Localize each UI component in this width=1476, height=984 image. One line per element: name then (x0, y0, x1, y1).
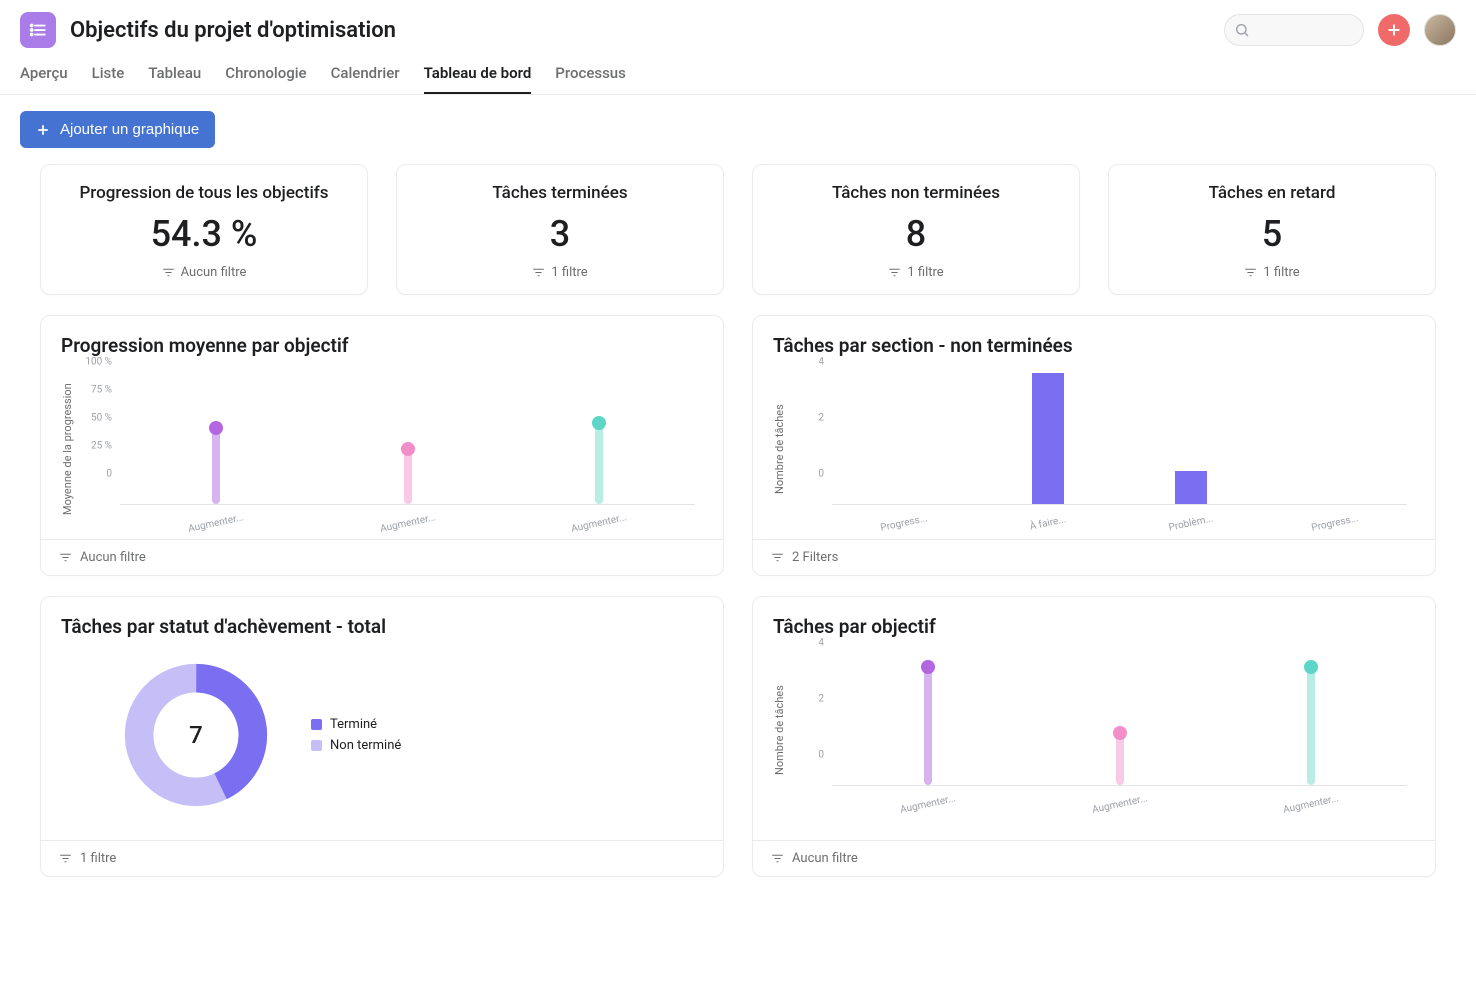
y-tick: 4 (818, 638, 824, 649)
x-tick: Progress... (1311, 513, 1360, 534)
x-tick: Augmenter... (1091, 793, 1149, 816)
filter-label[interactable]: 1 filtre (80, 851, 116, 866)
kpi-card[interactable]: Progression de tous les objectifs 54.3 % A… (40, 164, 368, 295)
search-box[interactable] (1224, 14, 1364, 46)
chart-title: Tâches par section - non terminées (773, 334, 1415, 357)
chart-bar (1175, 471, 1207, 504)
x-tick: Progress... (879, 513, 928, 534)
global-add-button[interactable] (1378, 14, 1410, 46)
chart-dot (921, 660, 935, 674)
y-tick: 0 (818, 750, 824, 761)
kpi-card[interactable]: Tâches en retard 5 1 filtre (1108, 164, 1436, 295)
y-axis-label: Moyenne de la progression (61, 369, 74, 529)
chart-dot (401, 442, 415, 456)
legend: Terminé Non terminé (311, 711, 401, 759)
search-icon (1234, 22, 1250, 38)
tab-processus[interactable]: Processus (555, 58, 626, 94)
chart-progress-by-goal[interactable]: Progression moyenne par objectif Moyenne… (40, 315, 724, 576)
x-tick: Problèm... (1168, 513, 1215, 533)
y-tick: 4 (818, 357, 824, 368)
filter-icon (59, 551, 72, 564)
legend-item-undone: Non terminé (311, 738, 401, 753)
kpi-title: Tâches en retard (1127, 183, 1417, 203)
x-tick: Augmenter... (187, 512, 245, 535)
kpi-title: Progression de tous les objectifs (59, 183, 349, 203)
tab-tableau-de-bord[interactable]: Tableau de bord (424, 58, 532, 94)
filter-icon (1244, 266, 1257, 279)
project-icon (20, 12, 56, 48)
plus-icon (1386, 22, 1402, 38)
y-tick: 2 (818, 694, 824, 705)
filter-label[interactable]: 2 Filters (792, 550, 838, 565)
tab-aperçu[interactable]: Aperçu (20, 58, 68, 94)
chart-dot (1304, 660, 1318, 674)
filter-icon (162, 266, 175, 279)
x-tick: Augmenter... (570, 512, 628, 535)
filter-label[interactable]: Aucun filtre (792, 851, 858, 866)
y-tick: 75 % (91, 385, 112, 396)
y-tick: 50 % (91, 413, 112, 424)
chart-stick (924, 667, 932, 785)
add-chart-button[interactable]: Ajouter un graphique (20, 111, 215, 148)
kpi-card[interactable]: Tâches terminées 3 1 filtre (396, 164, 724, 295)
chart-stick (404, 449, 412, 504)
y-tick: 0 (106, 469, 112, 480)
chart-dot (1113, 726, 1127, 740)
kpi-value: 8 (771, 213, 1061, 255)
kpi-value: 3 (415, 213, 705, 255)
kpi-card[interactable]: Tâches non terminées 8 1 filtre (752, 164, 1080, 295)
kpi-value: 54.3 % (59, 213, 349, 255)
chart-tasks-by-status[interactable]: Tâches par statut d'achèvement - total 7… (40, 596, 724, 877)
kpi-filter-label[interactable]: Aucun filtre (181, 265, 247, 280)
chart-tasks-by-goal[interactable]: Tâches par objectif Nombre de tâches 0 2 4 A… (752, 596, 1436, 877)
chart-tasks-by-section[interactable]: Tâches par section - non terminées Nombr… (752, 315, 1436, 576)
legend-item-done: Terminé (311, 717, 401, 732)
y-axis-label: Nombre de tâches (773, 650, 786, 810)
chart-dot (592, 416, 606, 430)
chart-dot (209, 421, 223, 435)
chart-stick (595, 423, 603, 504)
page-title: Objectifs du projet d'optimisation (70, 18, 396, 43)
y-tick: 0 (818, 469, 824, 480)
chart-bar (1032, 373, 1064, 504)
x-tick: À faire... (1028, 514, 1066, 532)
chart-title: Tâches par objectif (773, 615, 1415, 638)
x-tick: Augmenter... (379, 512, 437, 535)
kpi-filter-label[interactable]: 1 filtre (907, 265, 943, 280)
plus-icon (36, 123, 50, 137)
y-axis-label: Nombre de tâches (773, 369, 786, 529)
filter-icon (59, 852, 72, 865)
avatar[interactable] (1424, 14, 1456, 46)
kpi-filter-label[interactable]: 1 filtre (1263, 265, 1299, 280)
x-tick: Augmenter... (1282, 793, 1340, 816)
kpi-title: Tâches non terminées (771, 183, 1061, 203)
donut-chart: 7 (121, 660, 271, 810)
add-chart-label: Ajouter un graphique (60, 121, 199, 138)
kpi-filter-label[interactable]: 1 filtre (551, 265, 587, 280)
tab-liste[interactable]: Liste (92, 58, 125, 94)
chart-title: Progression moyenne par objectif (61, 334, 703, 357)
chart-stick (1116, 733, 1124, 785)
tab-tableau[interactable]: Tableau (148, 58, 201, 94)
kpi-value: 5 (1127, 213, 1417, 255)
y-tick: 25 % (91, 441, 112, 452)
x-tick: Augmenter... (899, 793, 957, 816)
chart-stick (1307, 667, 1315, 785)
filter-icon (532, 266, 545, 279)
filter-label[interactable]: Aucun filtre (80, 550, 146, 565)
filter-icon (771, 852, 784, 865)
tab-chronologie[interactable]: Chronologie (225, 58, 306, 94)
y-tick: 100 % (85, 357, 112, 368)
y-tick: 2 (818, 413, 824, 424)
kpi-title: Tâches terminées (415, 183, 705, 203)
tab-calendrier[interactable]: Calendrier (331, 58, 400, 94)
donut-center-value: 7 (121, 660, 271, 810)
chart-title: Tâches par statut d'achèvement - total (61, 615, 703, 638)
chart-stick (212, 428, 220, 504)
filter-icon (771, 551, 784, 564)
filter-icon (888, 266, 901, 279)
